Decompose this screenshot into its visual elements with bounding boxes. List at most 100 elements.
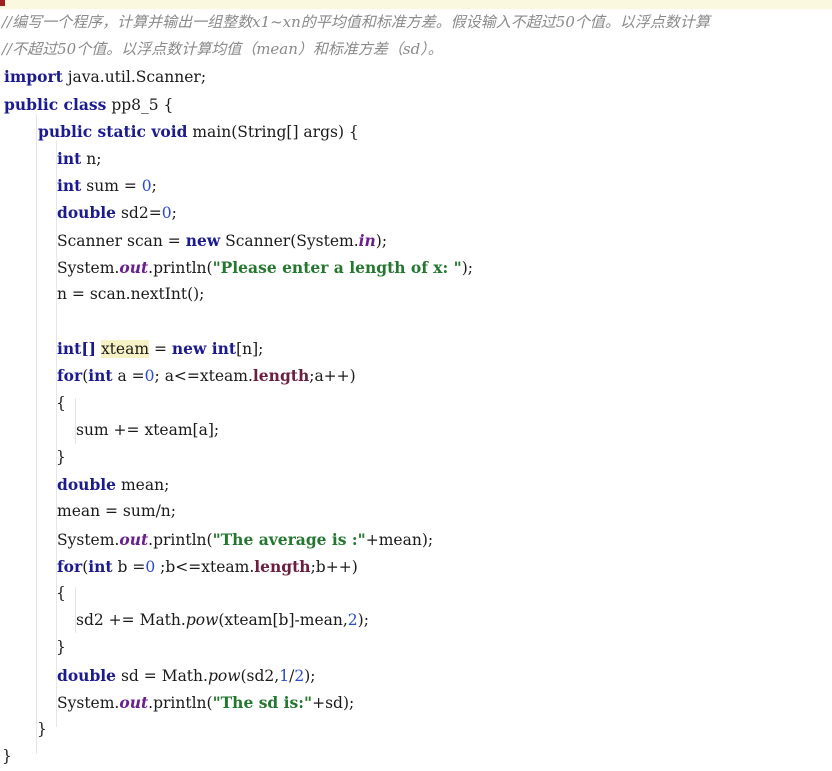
println-call: .println( xyxy=(148,530,213,549)
code-line-brace-close-class[interactable]: } xyxy=(0,743,832,770)
call-close: ); xyxy=(304,666,316,685)
var-n: n; xyxy=(81,149,102,168)
code-line-mean-assign[interactable]: mean = sum/n; xyxy=(0,498,832,525)
code-line-decl-sd2[interactable]: double sd2=0; xyxy=(0,199,832,226)
occurrence-highlight-xteam[interactable]: xteam xyxy=(100,340,150,359)
class-name: pp8_5 { xyxy=(106,95,174,114)
loop-inc-a: ;a++) xyxy=(309,367,356,386)
keyword-for: for xyxy=(57,556,83,576)
system-prefix: System. xyxy=(57,693,120,712)
code-line-comment-1[interactable]: //编写一个程序，计算并输出一组整数x1~xn的平均值和标准方差。假设输入不超过… xyxy=(0,9,832,36)
code-lines[interactable]: //编写一个程序，计算并输出一组整数x1~xn的平均值和标准方差。假设输入不超过… xyxy=(0,9,832,770)
brace-close: } xyxy=(2,747,12,766)
field-system-out: out xyxy=(119,529,149,549)
keyword-int: int xyxy=(57,176,82,196)
sum-stmt: sum += xteam[a]; xyxy=(76,420,220,439)
number-literal: 0 xyxy=(144,367,155,386)
brace-close: } xyxy=(56,638,66,657)
sd2-args: (xteam[b]-mean, xyxy=(218,611,348,630)
code-line-decl-sum[interactable]: int sum = 0; xyxy=(0,172,832,199)
string-literal-prompt: "Please enter a length of x: " xyxy=(212,257,462,277)
keyword-public-class: public class xyxy=(4,94,107,114)
code-line-read-n[interactable]: n = scan.nextInt(); xyxy=(0,281,832,308)
loop-var-a: a = xyxy=(112,367,145,386)
array-size: [n]; xyxy=(236,340,264,359)
code-line-print-sd[interactable]: System.out.println("The sd is:"+sd); xyxy=(0,689,832,716)
keyword-double: double xyxy=(57,203,117,223)
code-line-comment-2[interactable]: //不超过50个值。以浮点数计算均值（mean）和标准方差（sd）。 xyxy=(0,36,832,63)
keyword-new-int: new int xyxy=(171,339,237,359)
code-line-brace-open-2[interactable]: { xyxy=(0,580,832,607)
code-line-print-average[interactable]: System.out.println("The average is :"+me… xyxy=(0,526,832,553)
comment-text: //不超过50个值。以浮点数计算均值（mean）和标准方差（sd）。 xyxy=(2,40,443,59)
scanner-ctor: Scanner(System. xyxy=(220,231,359,250)
var-mean: mean; xyxy=(116,476,170,495)
brace-open: { xyxy=(56,393,66,412)
static-method-pow: pow xyxy=(207,666,241,685)
code-line-class-decl[interactable]: public class pp8_5 { xyxy=(0,91,832,118)
brace-open: { xyxy=(56,583,66,602)
semicolon: ; xyxy=(171,204,177,223)
code-line-blank-1[interactable] xyxy=(0,308,832,335)
sd-prefix: sd = Math. xyxy=(116,666,208,685)
field-system-out: out xyxy=(119,257,149,277)
code-line-for-b[interactable]: for(int b =0 ;b<=xteam.length;b++) xyxy=(0,553,832,580)
code-line-brace-close-main[interactable]: } xyxy=(0,716,832,743)
code-line-main-decl[interactable]: public static void main(String[] args) { xyxy=(0,118,832,145)
string-literal-average: "The average is :" xyxy=(212,529,366,549)
brace-close: } xyxy=(56,448,66,466)
var-sum: sum = xyxy=(81,177,142,196)
code-line-decl-sd[interactable]: double sd = Math.pow(sd2,1/2); xyxy=(0,662,832,689)
keyword-for: for xyxy=(57,366,83,386)
code-line-import[interactable]: import java.util.Scanner; xyxy=(0,63,832,90)
code-line-decl-mean[interactable]: double mean; xyxy=(0,471,832,498)
scanner-close: ); xyxy=(375,231,388,250)
call-close: +mean); xyxy=(365,530,434,549)
member-length: length xyxy=(254,556,311,576)
mean-stmt: mean = sum/n; xyxy=(57,502,176,521)
assign-op: = xyxy=(149,340,172,359)
call-close: +sd); xyxy=(312,693,355,712)
semicolon: ; xyxy=(151,177,157,196)
println-call: .println( xyxy=(148,258,213,277)
number-literal: 1 xyxy=(279,666,290,685)
code-line-array-decl[interactable]: int[] xteam = new int[n]; xyxy=(0,335,832,362)
number-literal: 0 xyxy=(145,557,156,576)
loop-var-b: b = xyxy=(112,557,146,576)
loop-cond-a: ; a<=xteam. xyxy=(154,367,253,386)
sd-args: (sd2, xyxy=(240,666,280,685)
code-line-print-prompt[interactable]: System.out.println("Please enter a lengt… xyxy=(0,254,832,281)
loop-inc-b: ;b++) xyxy=(310,557,358,576)
number-literal: 2 xyxy=(294,666,305,685)
keyword-import: import xyxy=(4,67,63,87)
code-line-sum-accumulate[interactable]: sum += xteam[a]; xyxy=(0,417,832,444)
keyword-double: double xyxy=(57,475,117,495)
keyword-int-array: int[] xyxy=(57,339,96,359)
number-literal: 0 xyxy=(141,177,152,196)
field-system-out: out xyxy=(119,692,149,712)
number-literal: 0 xyxy=(161,204,172,223)
system-prefix: System. xyxy=(57,258,120,277)
code-line-brace-close-1[interactable]: } xyxy=(0,444,832,471)
call-close: ); xyxy=(461,258,474,277)
read-n-stmt: n = scan.nextInt(); xyxy=(57,284,205,303)
var-sd2: sd2= xyxy=(116,204,162,223)
keyword-int: int xyxy=(88,366,113,386)
code-editor[interactable]: //编写一个程序，计算并输出一组整数x1~xn的平均值和标准方差。假设输入不超过… xyxy=(0,0,832,771)
code-line-for-a[interactable]: for(int a =0; a<=xteam.length;a++) xyxy=(0,362,832,389)
sd2-prefix: sd2 += Math. xyxy=(76,611,186,630)
code-line-brace-close-2[interactable]: } xyxy=(0,634,832,661)
keyword-new: new xyxy=(185,230,221,250)
keyword-int: int xyxy=(57,148,82,168)
code-line-brace-open-1[interactable]: { xyxy=(0,390,832,417)
code-line-sd2-accumulate[interactable]: sd2 += Math.pow(xteam[b]-mean,2); xyxy=(0,607,832,634)
member-length: length xyxy=(252,366,310,386)
current-line-highlight-band xyxy=(0,0,832,9)
code-line-scanner-init[interactable]: Scanner scan = new Scanner(System.in); xyxy=(0,227,832,254)
keyword-int: int xyxy=(88,556,113,576)
system-prefix: System. xyxy=(57,530,120,549)
main-signature: main(String[] args) { xyxy=(187,122,359,141)
static-method-pow: pow xyxy=(185,611,219,630)
code-line-decl-n[interactable]: int n; xyxy=(0,145,832,172)
call-close: ); xyxy=(357,611,369,630)
